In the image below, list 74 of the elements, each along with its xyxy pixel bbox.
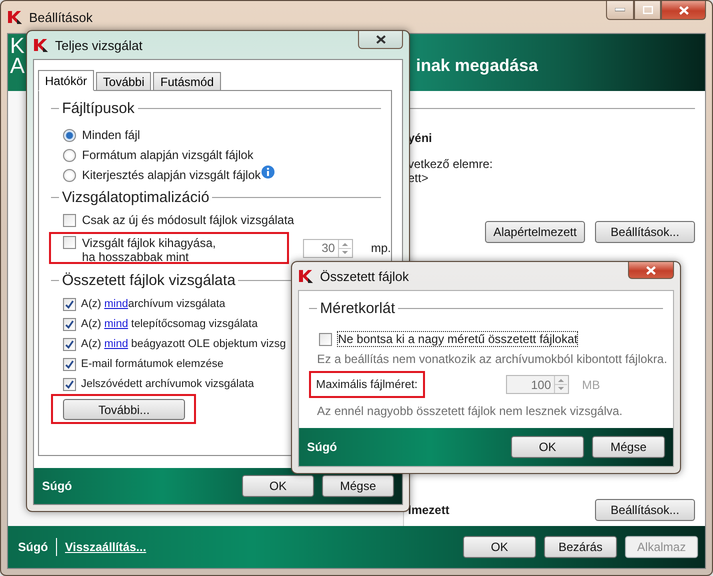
dialog-button[interactable]: Mégse [592, 436, 665, 458]
checkbox[interactable] [63, 214, 76, 226]
group-title: Méretkorlát [320, 300, 396, 316]
checkbox[interactable] [63, 378, 76, 390]
checkbox[interactable] [63, 236, 76, 249]
window-title: Beállítások [29, 10, 93, 24]
field-label: Maximális fájlméret: [316, 378, 418, 390]
link[interactable]: mind [104, 318, 128, 330]
app-logo-icon [298, 268, 314, 284]
option-label: A(z) mind beágyazott OLE objektum vizsg [81, 338, 286, 350]
radio-button[interactable] [63, 148, 76, 162]
dialog-title: Összetett fájlok [320, 268, 409, 284]
minimize-icon [615, 8, 625, 12]
unit-label: mp. [370, 241, 391, 255]
close-button[interactable] [661, 1, 706, 20]
footer-button[interactable]: Bezárás [544, 536, 617, 558]
option-label: Csak az új és módosult fájlok vizsgálata [82, 213, 294, 227]
radio-button[interactable] [63, 168, 76, 182]
option-label: Kiterjesztés alapján vizsgált fájlok [82, 168, 261, 182]
dialog-button[interactable]: OK [511, 436, 584, 458]
checkbox[interactable] [63, 318, 76, 330]
close-icon [646, 266, 656, 274]
option-label: ha hosszabbak mint [82, 250, 190, 264]
more-button[interactable]: További... [63, 399, 185, 420]
option-label: A(z) mind telepítőcsomag vizsgálata [81, 318, 258, 330]
option-label: Minden fájl [82, 128, 140, 142]
radio-button[interactable] [63, 128, 76, 142]
app-logo-icon [7, 9, 23, 25]
section-heading: lmezett [408, 503, 450, 517]
checkbox[interactable] [63, 298, 76, 310]
close-button[interactable] [358, 31, 403, 49]
option-label: Vizsgált fájlok kihagyása, [82, 236, 216, 250]
minimize-button[interactable] [606, 1, 634, 20]
maximize-button[interactable] [634, 1, 661, 20]
dialog-button[interactable]: OK [242, 475, 314, 497]
option-label: Ne bontsa ki a nagy méretű összetett fájlokat [338, 332, 578, 346]
description-text: vetkező elemre: [408, 157, 494, 171]
help-link[interactable]: Súgó [307, 440, 337, 454]
header-title: K [10, 34, 25, 58]
link[interactable]: mind [104, 338, 128, 350]
option-label: E-mail formátumok elemzése [81, 358, 224, 370]
settings-button[interactable]: Beállítások... [595, 499, 695, 521]
tab[interactable]: További [96, 72, 152, 91]
footer-button[interactable]: OK [463, 536, 536, 558]
option-label: Jelszóvédett archívumok vizsgálata [81, 378, 254, 390]
help-link[interactable]: Súgó [42, 479, 72, 493]
hint-text: Ez a beállítás nem vonatkozik az archívumokból kibontott fájlokra. [317, 352, 668, 366]
number-spinner[interactable]: 30 [302, 238, 353, 258]
tab[interactable]: Hatókör [38, 70, 94, 91]
maximize-icon [642, 6, 652, 14]
group-title: Összetett fájlok vizsgálata [62, 272, 236, 288]
checkbox[interactable] [319, 332, 332, 346]
dialog-button[interactable]: Mégse [322, 475, 394, 497]
unit-label: MB [582, 378, 600, 392]
option-label: A(z) mindarchívum vizsgálata [81, 298, 226, 310]
close-button[interactable] [628, 262, 674, 279]
settings-button[interactable]: Beállítások... [595, 221, 695, 243]
tab[interactable]: Futásmód [153, 72, 221, 91]
help-link[interactable]: Súgó [18, 540, 48, 554]
close-icon [376, 35, 386, 44]
group-title: Vizsgálatoptimalizáció [62, 188, 210, 206]
app-logo-icon [33, 37, 49, 53]
header-title: A [10, 56, 26, 76]
dialog-title: Teljes vizsgálat [55, 38, 142, 52]
hint-text: Az ennél nagyobb összetett fájlok nem lesznek vizsgálva. [317, 404, 623, 418]
checkbox[interactable] [63, 338, 76, 350]
settings-button[interactable]: Alapértelmezett [485, 221, 585, 243]
close-icon [678, 6, 688, 14]
option-label: Formátum alapján vizsgált fájlok [82, 148, 254, 162]
group-title: Fájltípusok [62, 100, 135, 116]
header-title: inak megadása [416, 56, 539, 76]
reset-link[interactable]: Visszaállítás... [65, 540, 146, 554]
checkbox[interactable] [63, 358, 76, 370]
link[interactable]: mind [104, 298, 128, 310]
